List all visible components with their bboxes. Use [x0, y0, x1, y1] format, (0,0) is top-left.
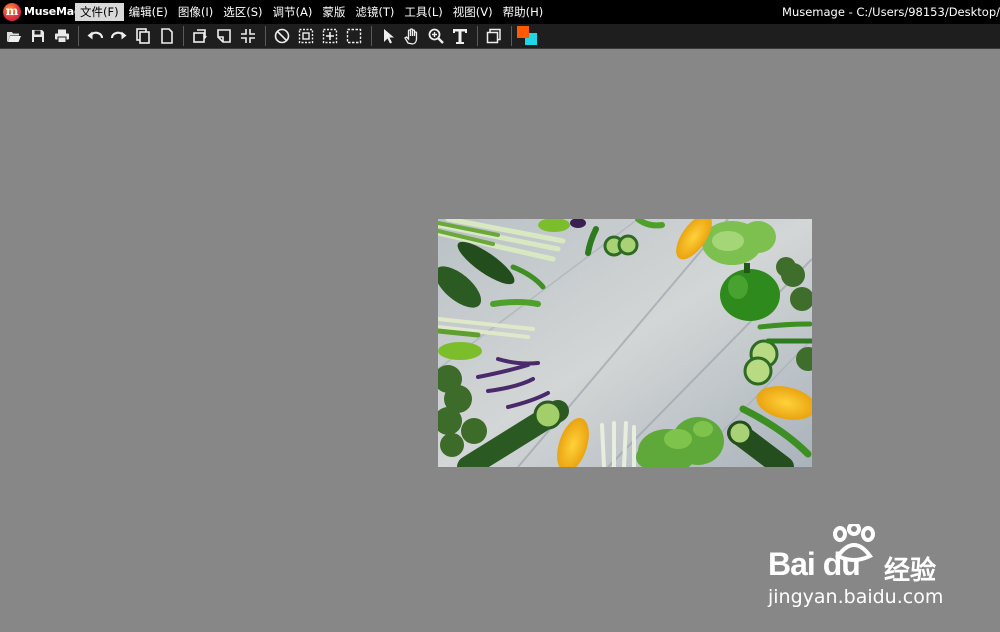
menu-view[interactable]: 视图(V) [448, 3, 498, 21]
zoom-icon[interactable] [427, 27, 445, 45]
copy-icon[interactable] [134, 27, 152, 45]
hand-icon[interactable] [403, 27, 421, 45]
save-icon[interactable] [29, 27, 47, 45]
menu-adjust[interactable]: 调节(A) [268, 3, 318, 21]
print-icon[interactable] [53, 27, 71, 45]
menu-image[interactable]: 图像(I) [173, 3, 218, 21]
color-swatch[interactable] [517, 26, 539, 46]
menu-help[interactable]: 帮助(H) [498, 3, 549, 21]
title-bar: m MuseMage 文件(F) 编辑(E) 图像(I) 选区(S) 调节(A)… [0, 0, 1000, 24]
menu-bar: 文件(F) 编辑(E) 图像(I) 选区(S) 调节(A) 蒙版 滤镜(T) 工… [75, 3, 548, 21]
foreground-color[interactable] [517, 26, 529, 38]
open-icon[interactable] [5, 27, 23, 45]
paste-icon[interactable] [158, 27, 176, 45]
watermark-brand: Bai du [768, 546, 861, 582]
canvas-image[interactable] [438, 219, 812, 467]
menu-filter[interactable]: 滤镜(T) [350, 3, 399, 21]
select-center-icon[interactable] [321, 27, 339, 45]
menu-file[interactable]: 文件(F) [75, 3, 124, 21]
undo-icon[interactable] [86, 27, 104, 45]
menu-edit[interactable]: 编辑(E) [124, 3, 173, 21]
menu-selection[interactable]: 选区(S) [218, 3, 267, 21]
window-title: Musemage - C:/Users/98153/Desktop/ [782, 5, 1000, 19]
flip-icon[interactable] [215, 27, 233, 45]
pointer-icon[interactable] [379, 27, 397, 45]
watermark-url: jingyan.baidu.com [768, 586, 944, 608]
menu-tools[interactable]: 工具(L) [399, 3, 447, 21]
redo-icon[interactable] [110, 27, 128, 45]
baidu-watermark: Bai du 经验 jingyan.baidu.com [766, 524, 966, 614]
deselect-icon[interactable] [273, 27, 291, 45]
rotate-icon[interactable] [191, 27, 209, 45]
vegetables-photo [438, 219, 812, 467]
toolbar [0, 24, 1000, 49]
menu-mask[interactable]: 蒙版 [317, 3, 350, 21]
marquee-icon[interactable] [345, 27, 363, 45]
select-all-icon[interactable] [297, 27, 315, 45]
app-logo-icon: m [3, 3, 21, 21]
watermark-cn: 经验 [884, 556, 937, 586]
text-icon[interactable] [451, 27, 469, 45]
layers-icon[interactable] [485, 27, 503, 45]
shrink-icon[interactable] [239, 27, 257, 45]
